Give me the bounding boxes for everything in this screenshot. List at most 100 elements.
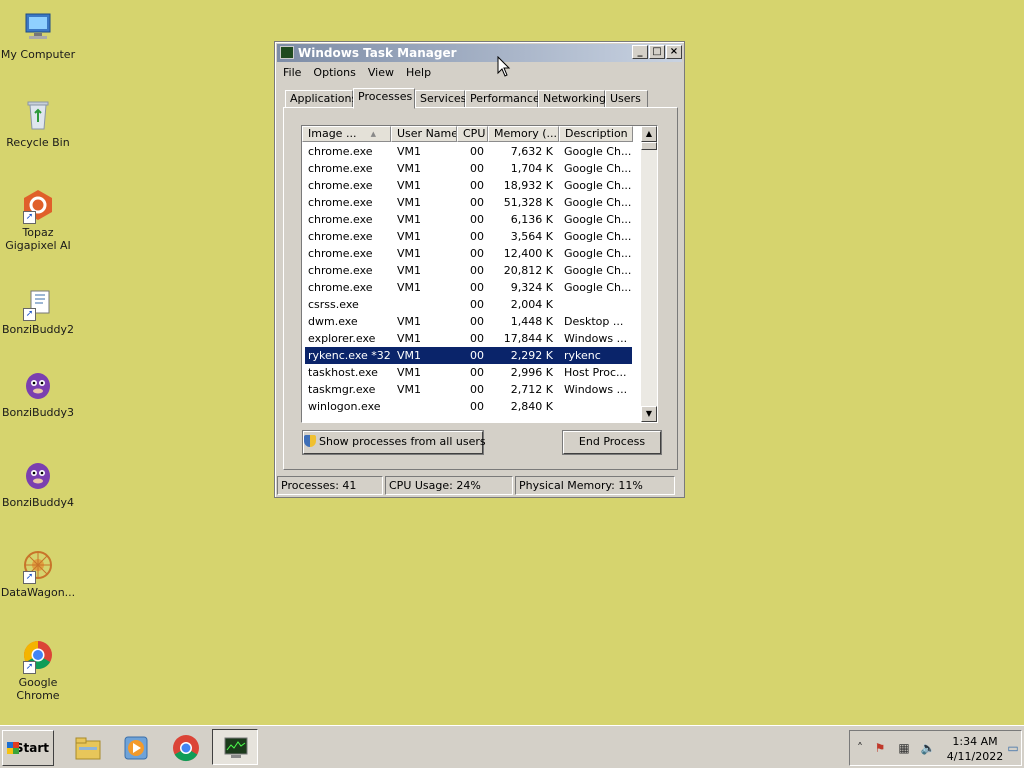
taskbar-explorer-button[interactable]	[64, 729, 110, 765]
action-center-flag-icon[interactable]: ⚑	[872, 741, 888, 755]
start-button[interactable]: Start	[2, 730, 54, 766]
table-row[interactable]: taskmgr.exe VM1 00 2,712 K Windows ...	[302, 381, 642, 398]
cell-description: Windows ...	[564, 332, 628, 345]
desktop-icon-topaz-gigapixel-ai[interactable]: ➚ Topaz Gigapixel AI	[0, 188, 76, 252]
desktop-icon-datawagon[interactable]: ➚ DataWagon...	[0, 548, 76, 599]
scroll-up-button[interactable]: ▲	[641, 126, 657, 142]
volume-icon[interactable]: 🔈	[920, 741, 936, 755]
cell-description: Google Ch...	[564, 230, 632, 243]
taskbar-chrome-button[interactable]	[162, 729, 208, 765]
show-all-processes-button[interactable]: Show processes from all users	[303, 431, 486, 454]
cell-cpu: 00	[470, 162, 484, 175]
end-process-label: End Process	[578, 435, 646, 448]
column-memory-header[interactable]: Memory (...	[488, 126, 559, 142]
desktop-icon-bonzibuddy4[interactable]: BonziBuddy4	[0, 458, 76, 509]
table-row[interactable]: chrome.exe VM1 00 20,812 K Google Ch...	[302, 262, 642, 279]
cell-memory: 2,292 K	[510, 349, 553, 362]
column-cpu-header[interactable]: CPU	[457, 126, 488, 142]
menu-view[interactable]: View	[362, 64, 400, 79]
table-row[interactable]: chrome.exe VM1 00 1,704 K Google Ch...	[302, 160, 642, 177]
show-hidden-icons-icon[interactable]: ˄	[852, 741, 868, 755]
cell-cpu: 00	[470, 400, 484, 413]
cell-user: VM1	[397, 247, 422, 260]
cell-memory: 2,996 K	[510, 366, 553, 379]
table-row[interactable]: chrome.exe VM1 00 18,932 K Google Ch...	[302, 177, 642, 194]
desktop-icon-label: Topaz Gigapixel AI	[5, 226, 71, 252]
network-icon[interactable]: ▦	[896, 741, 912, 755]
table-row[interactable]: chrome.exe VM1 00 12,400 K Google Ch...	[302, 245, 642, 262]
cell-image: rykenc.exe *32	[308, 349, 390, 362]
tab-users[interactable]: Users	[605, 90, 648, 108]
mouse-cursor-icon	[497, 56, 511, 77]
desktop-icon-bonzibuddy2[interactable]: ➚ BonziBuddy2	[0, 285, 76, 336]
show-all-processes-label: Show processes from all users	[319, 435, 486, 448]
table-row[interactable]: chrome.exe VM1 00 7,632 K Google Ch...	[302, 143, 642, 160]
status-processes: Processes: 41	[277, 476, 383, 495]
system-tray: ˄ ⚑ ▦ 🔈 1:34 AM 4/11/2022 ▭	[849, 730, 1022, 766]
cell-user: VM1	[397, 349, 422, 362]
table-row[interactable]: chrome.exe VM1 00 6,136 K Google Ch...	[302, 211, 642, 228]
end-process-button[interactable]: End Process	[563, 431, 661, 454]
minimize-button[interactable]: _	[632, 45, 648, 59]
table-row[interactable]: winlogon.exe 00 2,840 K	[302, 398, 642, 415]
menu-file[interactable]: File	[277, 64, 307, 79]
vertical-scrollbar[interactable]: ▲ ▼	[641, 126, 657, 422]
cell-cpu: 00	[470, 145, 484, 158]
cell-image: chrome.exe	[308, 247, 373, 260]
table-row[interactable]: chrome.exe VM1 00 51,328 K Google Ch...	[302, 194, 642, 211]
scroll-down-button[interactable]: ▼	[641, 406, 657, 422]
show-desktop-icon[interactable]: ▭	[1005, 741, 1021, 755]
cell-image: csrss.exe	[308, 298, 359, 311]
desktop-icon-recycle-bin[interactable]: Recycle Bin	[0, 98, 76, 149]
explorer-icon	[75, 737, 101, 760]
title-bar[interactable]: Windows Task Manager _ □ ×	[277, 44, 682, 62]
maximize-button[interactable]: □	[649, 45, 665, 59]
window-title: Windows Task Manager	[298, 46, 457, 60]
status-cpu-usage: CPU Usage: 24%	[385, 476, 513, 495]
column-user-name-header[interactable]: User Name	[391, 126, 457, 142]
table-row[interactable]: taskhost.exe VM1 00 2,996 K Host Proc...	[302, 364, 642, 381]
cell-cpu: 00	[470, 230, 484, 243]
column-image-name-header[interactable]: Image ... ▲	[302, 126, 391, 142]
tab-networking[interactable]: Networking	[538, 90, 606, 108]
cell-memory: 2,712 K	[510, 383, 553, 396]
table-row-selected[interactable]: rykenc.exe *32 VM1 00 2,292 K rykenc	[305, 347, 632, 364]
taskbar-media-player-button[interactable]	[112, 729, 158, 765]
scroll-thumb[interactable]	[641, 142, 657, 150]
cell-image: chrome.exe	[308, 264, 373, 277]
table-row[interactable]: dwm.exe VM1 00 1,448 K Desktop ...	[302, 313, 642, 330]
cell-memory: 20,812 K	[503, 264, 553, 277]
desktop-icon-bonzibuddy3[interactable]: BonziBuddy3	[0, 368, 76, 419]
shortcut-arrow-icon: ➚	[23, 661, 36, 674]
desktop-icon-google-chrome[interactable]: ➚ Google Chrome	[0, 638, 76, 702]
tab-applications[interactable]: Applications	[285, 90, 357, 108]
table-row[interactable]: chrome.exe VM1 00 3,564 K Google Ch...	[302, 228, 642, 245]
shortcut-arrow-icon: ➚	[23, 308, 36, 321]
tab-services[interactable]: Services	[415, 90, 466, 108]
close-button[interactable]: ×	[666, 45, 682, 59]
desktop-icon-my-computer[interactable]: My Computer	[0, 10, 76, 61]
cell-cpu: 00	[470, 298, 484, 311]
cell-description: Google Ch...	[564, 213, 632, 226]
column-description-header[interactable]: Description	[559, 126, 633, 142]
clock[interactable]: 1:34 AM 4/11/2022	[942, 734, 1008, 764]
table-row[interactable]: csrss.exe 00 2,004 K	[302, 296, 642, 313]
cell-description: rykenc	[564, 349, 601, 362]
menu-help[interactable]: Help	[400, 64, 437, 79]
clock-date: 4/11/2022	[946, 750, 1004, 763]
table-row[interactable]: explorer.exe VM1 00 17,844 K Windows ...	[302, 330, 642, 347]
cell-description: Google Ch...	[564, 281, 632, 294]
process-list[interactable]: Image ... ▲ User Name CPU Memory (... Descrip…	[301, 125, 658, 423]
cell-image: taskmgr.exe	[308, 383, 376, 396]
cell-cpu: 00	[470, 281, 484, 294]
menu-options[interactable]: Options	[307, 64, 361, 79]
task-manager-window[interactable]: Windows Task Manager _ □ × File Options Vi…	[274, 41, 685, 498]
tab-processes[interactable]: Processes	[353, 88, 415, 109]
tab-performance[interactable]: Performance	[465, 90, 540, 108]
table-row[interactable]: chrome.exe VM1 00 9,324 K Google Ch...	[302, 279, 642, 296]
desktop-icon-label: BonziBuddy2	[1, 323, 75, 336]
cell-user: VM1	[397, 264, 422, 277]
taskbar-task-manager-button[interactable]	[212, 729, 258, 765]
cell-user: VM1	[397, 230, 422, 243]
menu-bar: File Options View Help	[277, 64, 682, 82]
